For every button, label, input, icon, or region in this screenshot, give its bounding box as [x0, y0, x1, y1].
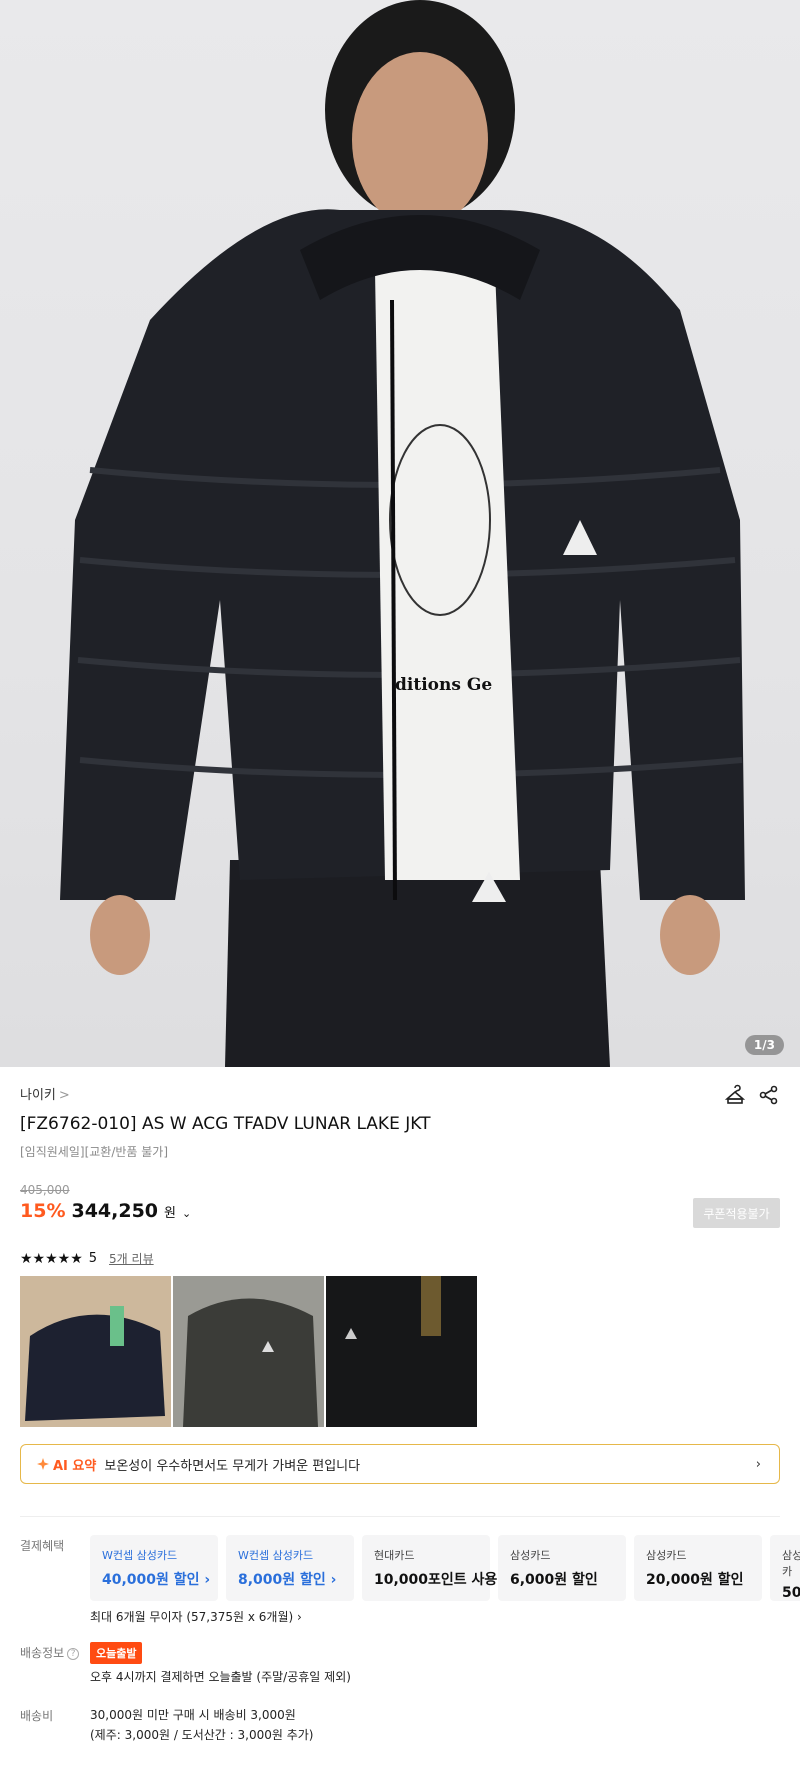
card-name: 삼성카	[782, 1549, 800, 1578]
ai-summary-label: AI 요약	[53, 1458, 97, 1474]
review-photo-list	[20, 1276, 477, 1427]
shipping-info-label: 배송정보?	[20, 1644, 80, 1661]
currency-unit: 원	[164, 1206, 176, 1221]
card-benefit-amount: 50,0	[782, 1585, 800, 1601]
card-benefit[interactable]: W컨셉 삼성카드 8,000원 할인 ›	[226, 1535, 354, 1601]
shipping-fee-label: 배송비	[20, 1709, 54, 1723]
shipping-fee-line: (제주: 3,000원 / 도서산간 : 3,000원 추가)	[90, 1728, 314, 1742]
product-image[interactable]: ditions Ge 1/3	[0, 0, 800, 1067]
chevron-right-icon: >	[58, 1088, 70, 1103]
card-name: 현대카드	[374, 1549, 415, 1562]
chevron-down-icon: ⌄	[182, 1207, 192, 1220]
ai-summary-tag: AI 요약	[37, 1455, 96, 1474]
chevron-right-icon: ›	[755, 1456, 761, 1472]
card-benefit[interactable]: 현대카드 10,000포인트 사용	[362, 1535, 498, 1601]
card-benefit[interactable]: 삼성카 50,0	[770, 1535, 800, 1601]
divider	[20, 1516, 780, 1517]
review-photo[interactable]	[20, 1276, 171, 1427]
card-benefit[interactable]: W컨셉 삼성카드 40,000원 할인 ›	[90, 1535, 218, 1601]
ai-summary-text: 보온성이 우수하면서도 무게가 가벼운 편입니다	[104, 1458, 361, 1474]
sparkle-icon	[37, 1458, 49, 1470]
image-page-indicator: 1/3	[744, 1035, 784, 1055]
star-rating-icon: ★★★★★	[20, 1250, 83, 1267]
coupon-button[interactable]: 쿠폰적용불가	[693, 1198, 780, 1228]
review-photo[interactable]	[326, 1276, 477, 1427]
card-name: W컨셉 삼성카드	[238, 1549, 314, 1562]
today-ship-badge: 오늘출발	[90, 1642, 143, 1664]
card-benefit-amount: 6,000원 할인	[510, 1572, 598, 1588]
product-photo-illustration: ditions Ge	[60, 0, 745, 1067]
brand-link[interactable]: 나이키 >	[20, 1088, 70, 1103]
original-price: 405,000	[20, 1183, 70, 1197]
product-subtitle: [임직원세일][교환/반품 불가]	[20, 1145, 169, 1159]
payment-card-list: W컨셉 삼성카드 40,000원 할인 › W컨셉 삼성카드 8,000원 할인…	[90, 1535, 800, 1601]
card-benefit[interactable]: 삼성카드 20,000원 할인	[634, 1535, 762, 1601]
svg-text:ditions Ge: ditions Ge	[395, 675, 492, 695]
price-row[interactable]: 15% 344,250 원 ⌄	[20, 1200, 191, 1222]
card-name: 삼성카드	[646, 1549, 687, 1562]
brand-row: 나이키 >	[20, 1084, 780, 1106]
shipping-label-text: 배송정보	[20, 1646, 65, 1660]
discount-rate: 15%	[20, 1200, 66, 1222]
card-benefit-amount: 8,000원 할인 ›	[238, 1572, 337, 1588]
sale-price: 344,250	[71, 1200, 159, 1222]
payment-benefits-label: 결제혜택	[20, 1539, 65, 1553]
product-title: [FZ6762-010] AS W ACG TFADV LUNAR LAKE J…	[20, 1114, 431, 1134]
shipping-fee-text: 30,000원 미만 구매 시 배송비 3,000원 (제주: 3,000원 /…	[90, 1705, 314, 1745]
card-benefit-amount: 20,000원 할인	[646, 1572, 744, 1588]
share-icon[interactable]	[758, 1084, 780, 1106]
card-benefit-amount: 40,000원 할인 ›	[102, 1572, 211, 1588]
rating-row: ★★★★★ 5 5개 리뷰	[20, 1250, 154, 1267]
card-name: 삼성카드	[510, 1549, 551, 1562]
installment-link[interactable]: 최대 6개월 무이자 (57,375원 x 6개월) ›	[90, 1608, 302, 1625]
shipping-text: 오후 4시까지 결제하면 오늘출발 (주말/공휴일 제외)	[90, 1670, 351, 1684]
shipping-fee-line: 30,000원 미만 구매 시 배송비 3,000원	[90, 1708, 296, 1722]
ai-summary-box[interactable]: AI 요약 보온성이 우수하면서도 무게가 가벼운 편입니다 ›	[20, 1444, 780, 1484]
card-benefit[interactable]: 삼성카드 6,000원 할인	[498, 1535, 626, 1601]
rating-score: 5	[88, 1251, 98, 1266]
brand-name: 나이키	[20, 1088, 56, 1103]
review-photo[interactable]	[173, 1276, 324, 1427]
card-name: W컨셉 삼성카드	[102, 1549, 178, 1562]
card-benefit-amount: 10,000포인트 사용	[374, 1572, 498, 1588]
review-count-link[interactable]: 5개 리뷰	[109, 1250, 154, 1267]
hanger-icon[interactable]	[724, 1084, 746, 1106]
help-icon[interactable]: ?	[67, 1647, 80, 1660]
